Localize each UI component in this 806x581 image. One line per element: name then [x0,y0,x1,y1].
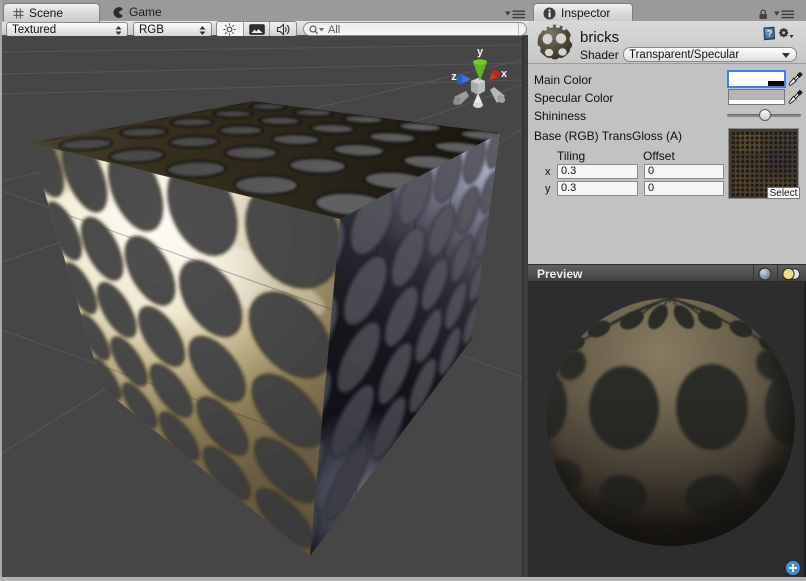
svg-text:?: ? [767,29,773,39]
svg-text:z: z [451,71,457,83]
svg-text:y: y [477,46,484,58]
svg-text:x: x [501,68,508,80]
